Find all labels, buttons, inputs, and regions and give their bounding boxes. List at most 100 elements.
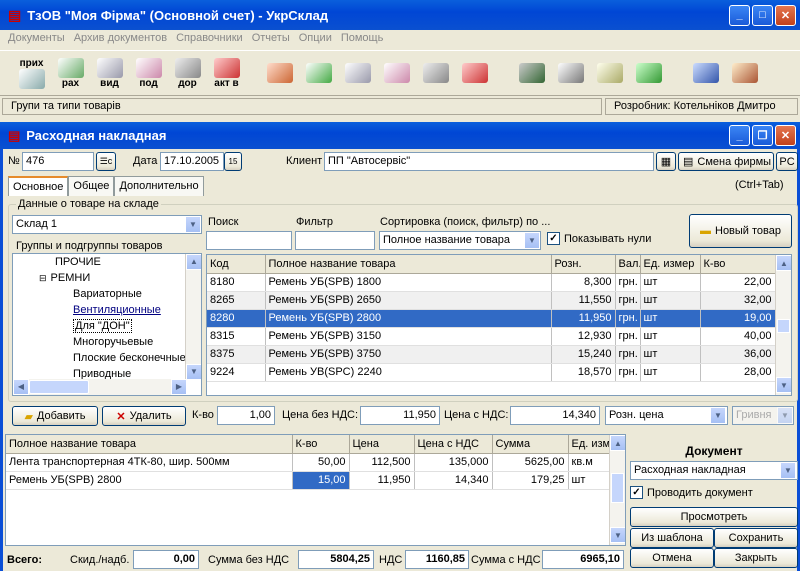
tools-button[interactable] [686, 52, 725, 94]
col-code[interactable]: Код [207, 255, 266, 274]
save-button[interactable]: Сохранить [714, 528, 798, 548]
table-row[interactable]: 8265 Ремень УБ(SPB) 2650 11,550 грн. шт 32,00 [207, 291, 776, 310]
scroll-up-icon[interactable]: ▲ [186, 254, 201, 270]
outgoing-button[interactable]: вид [90, 52, 129, 94]
tree-hscroll-thumb[interactable] [29, 380, 89, 394]
menu-options[interactable]: Опции [299, 32, 332, 44]
table-row[interactable]: 8315 Ремень УБ(SPB) 3150 12,930 грн. шт 40,00 [207, 327, 776, 346]
tree-item-belts[interactable]: ⊟ РЕМНИ [13, 270, 201, 286]
sort-dropdown-arrow[interactable]: ▼ [524, 232, 540, 249]
tree-hscrollbar[interactable]: ◀ ▶ [13, 379, 187, 395]
table-row[interactable]: 9224 Ремень УВ(SPC) 2240 18,570 грн. шт 28,00 [207, 363, 776, 382]
home-button[interactable] [725, 52, 764, 94]
report-button[interactable] [590, 52, 629, 94]
scroll-right-icon[interactable]: ▶ [171, 379, 187, 395]
power-of-attorney-button[interactable]: дор [168, 52, 207, 94]
col-name[interactable]: Полное название товара [265, 255, 552, 274]
col-line-qty[interactable]: К-во [292, 435, 350, 454]
discount-field[interactable]: 0,00 [133, 550, 199, 569]
incoming-button[interactable]: прих [12, 52, 51, 94]
doc-close-button[interactable]: ✕ [775, 125, 796, 146]
tax-invoice-button[interactable]: под [129, 52, 168, 94]
view-button[interactable]: Просмотреть [630, 507, 798, 527]
client-field[interactable]: ПП "Автосервіс" [324, 152, 654, 171]
scroll-up-icon[interactable]: ▲ [776, 255, 791, 271]
stock-grid-vscrollbar[interactable]: ▲ ▼ [775, 255, 791, 395]
stock-scroll-thumb[interactable] [777, 319, 790, 333]
invoice-button[interactable]: рах [51, 52, 90, 94]
number-field[interactable]: 476 [22, 152, 94, 171]
col-line-price[interactable]: Цена [349, 435, 415, 454]
scroll-left-icon[interactable]: ◀ [13, 379, 29, 395]
add-button[interactable]: ▰ Добавить [12, 406, 98, 426]
groups-tree[interactable]: ПРОЧИЕ ⊟ РЕМНИ Вариаторные Вентиляционные… [12, 253, 202, 396]
new-item-button[interactable]: ▬ Новый товар [689, 214, 792, 248]
post-doc-checkbox[interactable]: ✓ Проводить документ [630, 486, 753, 499]
col-qty[interactable]: К-во [700, 255, 776, 274]
tab-general[interactable]: Общее [68, 176, 115, 196]
table-row[interactable]: 8375 Ремень УБ(SPB) 3750 15,240 грн. шт 36,00 [207, 345, 776, 364]
tree-item-don[interactable]: Для "ДОН" [13, 318, 201, 334]
lines-scroll-thumb[interactable] [611, 473, 624, 503]
date-field[interactable]: 17.10.2005 [160, 152, 224, 171]
menu-help[interactable]: Помощь [341, 32, 384, 44]
show-zero-checkbox[interactable]: ✓ Показывать нули [547, 232, 651, 245]
scroll-down-icon[interactable]: ▼ [776, 377, 791, 393]
col-line-price-vat[interactable]: Цена с НДС [414, 435, 493, 454]
edit-button[interactable] [299, 52, 338, 94]
scroll-down-icon[interactable]: ▼ [186, 364, 201, 380]
payment-button[interactable] [260, 52, 299, 94]
doc-restore-button[interactable]: ❐ [752, 125, 773, 146]
col-retail[interactable]: Розн. [551, 255, 616, 274]
maximize-button[interactable]: □ [752, 4, 773, 26]
cards-button[interactable] [551, 52, 590, 94]
warehouse-select[interactable]: Склад 1 [12, 215, 202, 234]
price-vat-field[interactable]: 14,340 [510, 406, 600, 425]
calendar-button[interactable]: 15 [224, 152, 242, 171]
numbering-button[interactable]: ☰c [96, 152, 116, 171]
close-doc-button[interactable]: Закрыть [714, 548, 798, 568]
document-type-arrow[interactable]: ▼ [780, 462, 796, 479]
client-lookup-button[interactable]: ▦ [656, 152, 676, 171]
qty-field[interactable]: 1,00 [217, 406, 275, 425]
price-novat-field[interactable]: 11,950 [360, 406, 440, 425]
tree-item-other[interactable]: ПРОЧИЕ [13, 254, 201, 270]
document-type-select[interactable]: Расходная накладная [630, 461, 798, 480]
document-button[interactable] [338, 52, 377, 94]
tab-main[interactable]: Основное [8, 176, 69, 196]
menu-documents[interactable]: Документы [8, 32, 65, 44]
pc-button[interactable]: PC [776, 152, 798, 171]
tree-item-ventilation[interactable]: Вентиляционные [13, 302, 201, 318]
users-button[interactable] [512, 52, 551, 94]
document2-button[interactable] [377, 52, 416, 94]
currency-arrow[interactable]: ▼ [777, 407, 793, 424]
col-currency[interactable]: Вал. [615, 255, 641, 274]
from-template-button[interactable]: Из шаблона [630, 528, 714, 548]
stamp-button[interactable] [455, 52, 494, 94]
table-row[interactable]: 8180 Ремень УБ(SPB) 1800 8,300 грн. шт 22,00 [207, 273, 776, 292]
money-button[interactable] [629, 52, 668, 94]
table-row[interactable]: Лента транспортерная 4ТК-80, шир. 500мм 5… [6, 453, 612, 472]
menu-references[interactable]: Справочники [176, 32, 243, 44]
col-unit[interactable]: Ед. измер [640, 255, 701, 274]
act-button[interactable]: акт в [207, 52, 246, 94]
tree-item-multirib[interactable]: Многоручьевые [13, 334, 201, 350]
price-type-arrow[interactable]: ▼ [710, 407, 726, 424]
search-input[interactable] [206, 231, 292, 250]
tree-item-flat-endless[interactable]: Плоские бесконечные [13, 350, 201, 366]
cancel-button[interactable]: Отмена [630, 548, 714, 568]
menu-reports[interactable]: Отчеты [252, 32, 290, 44]
filter-input[interactable] [295, 231, 375, 250]
scroll-button[interactable] [416, 52, 455, 94]
warehouse-dropdown-arrow[interactable]: ▼ [185, 216, 201, 233]
delete-button[interactable]: ✕ Удалить [102, 406, 186, 426]
doc-minimize-button[interactable]: _ [729, 125, 750, 146]
change-company-button[interactable]: ▤ Смена фирмы [678, 152, 774, 171]
col-line-name[interactable]: Полное название товара [6, 435, 293, 454]
lines-grid-vscrollbar[interactable]: ▲ ▼ [609, 435, 625, 545]
menu-archive[interactable]: Архив документов [74, 32, 167, 44]
col-line-unit[interactable]: Ед. изм [568, 435, 612, 454]
table-row-selected[interactable]: 8280 Ремень УБ(SPB) 2800 11,950 грн. шт 19,00 [207, 309, 776, 328]
tab-additional[interactable]: Дополнительно [114, 176, 204, 196]
minimize-button[interactable]: _ [729, 4, 750, 26]
